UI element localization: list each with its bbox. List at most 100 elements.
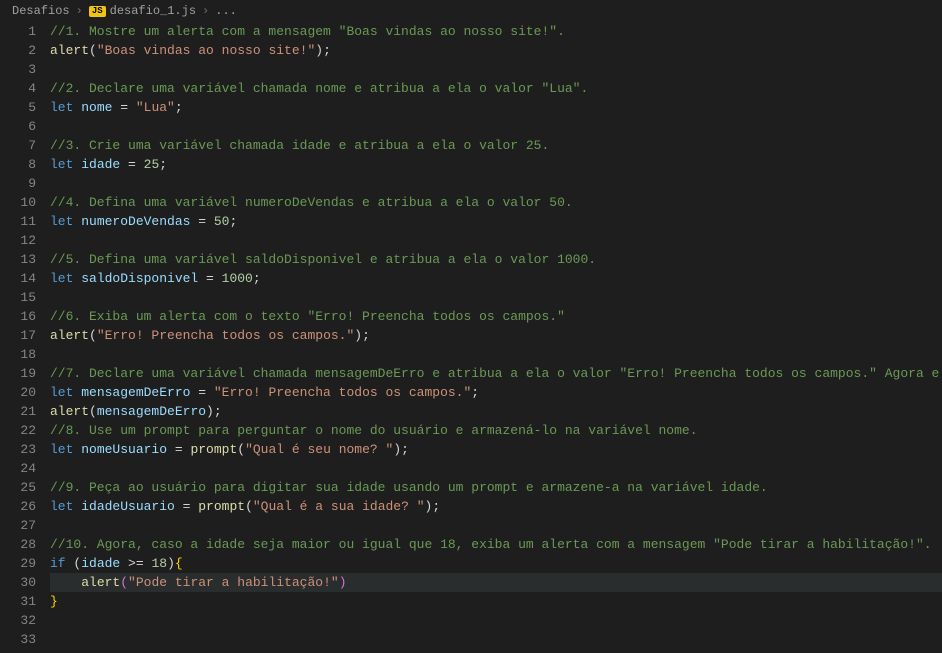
line-number: 32 [0,611,36,630]
code-line[interactable] [50,345,942,364]
code-line[interactable] [50,630,942,649]
code-token: } [50,594,58,609]
code-line[interactable]: //4. Defina uma variável numeroDeVendas … [50,193,942,212]
code-line[interactable]: //1. Mostre um alerta com a mensagem "Bo… [50,22,942,41]
code-line[interactable] [50,117,942,136]
code-line[interactable]: alert("Erro! Preencha todos os campos.")… [50,326,942,345]
code-line[interactable]: let idadeUsuario = prompt("Qual é a sua … [50,497,942,516]
code-token: 25 [144,157,160,172]
code-token: "Erro! Preencha todos os campos." [214,385,471,400]
line-number: 3 [0,60,36,79]
code-token: let [50,499,81,514]
code-line[interactable]: let mensagemDeErro = "Erro! Preencha tod… [50,383,942,402]
line-number: 24 [0,459,36,478]
line-number: 11 [0,212,36,231]
code-token [50,575,81,590]
line-number: 7 [0,136,36,155]
line-number: 20 [0,383,36,402]
code-token: mensagemDeErro [81,385,190,400]
code-token: saldoDisponivel [81,271,198,286]
line-number: 9 [0,174,36,193]
code-token: ( [120,575,128,590]
code-token: = [167,442,190,457]
breadcrumb[interactable]: Desafios › JS desafio_1.js › ... [0,0,942,22]
code-token: prompt [190,442,237,457]
js-file-icon: JS [89,6,106,17]
code-line[interactable]: //10. Agora, caso a idade seja maior ou … [50,535,942,554]
code-line[interactable]: //7. Declare uma variável chamada mensag… [50,364,942,383]
line-number: 19 [0,364,36,383]
code-token: let [50,157,81,172]
code-content[interactable]: //1. Mostre um alerta com a mensagem "Bo… [50,22,942,653]
line-number: 14 [0,269,36,288]
code-line[interactable]: alert("Pode tirar a habilitação!") [50,573,942,592]
line-number: 10 [0,193,36,212]
line-number: 22 [0,421,36,440]
code-token: "Lua" [136,100,175,115]
breadcrumb-separator-icon: › [76,4,83,18]
breadcrumb-trail[interactable]: ... [215,4,237,18]
code-token: //10. Agora, caso a idade seja maior ou … [50,537,932,552]
code-token: "Qual é seu nome? " [245,442,393,457]
code-token: alert [50,404,89,419]
code-editor[interactable]: 1234567891011121314151617181920212223242… [0,22,942,653]
code-token: idadeUsuario [81,499,175,514]
code-token: 18 [151,556,167,571]
code-line[interactable] [50,611,942,630]
line-number: 1 [0,22,36,41]
code-line[interactable]: alert("Boas vindas ao nosso site!"); [50,41,942,60]
code-line[interactable] [50,174,942,193]
breadcrumb-folder[interactable]: Desafios [12,4,70,18]
code-token: ( [66,556,82,571]
code-token: //5. Defina uma variável saldoDisponivel… [50,252,596,267]
code-token: //8. Use um prompt para perguntar o nome… [50,423,698,438]
code-line[interactable] [50,459,942,478]
code-token: = [120,157,143,172]
code-token: nomeUsuario [81,442,167,457]
code-line[interactable]: let nomeUsuario = prompt("Qual é seu nom… [50,440,942,459]
breadcrumb-file[interactable]: desafio_1.js [110,4,196,18]
code-line[interactable] [50,516,942,535]
code-token: if [50,556,66,571]
code-line[interactable]: let nome = "Lua"; [50,98,942,117]
code-line[interactable]: //6. Exiba um alerta com o texto "Erro! … [50,307,942,326]
code-line[interactable]: //8. Use um prompt para perguntar o nome… [50,421,942,440]
code-token: let [50,442,81,457]
code-line[interactable]: } [50,592,942,611]
line-number: 23 [0,440,36,459]
code-token: let [50,271,81,286]
code-line[interactable]: //2. Declare uma variável chamada nome e… [50,79,942,98]
line-number: 17 [0,326,36,345]
code-token: //3. Crie uma variável chamada idade e a… [50,138,549,153]
code-token: 1000 [222,271,253,286]
code-line[interactable]: let saldoDisponivel = 1000; [50,269,942,288]
code-line[interactable] [50,231,942,250]
code-token: "Erro! Preencha todos os campos." [97,328,354,343]
code-token: //9. Peça ao usuário para digitar sua id… [50,480,768,495]
code-token: ; [471,385,479,400]
code-token: ( [89,404,97,419]
code-line[interactable]: //9. Peça ao usuário para digitar sua id… [50,478,942,497]
code-line[interactable] [50,60,942,79]
code-token: alert [50,43,89,58]
code-line[interactable]: let idade = 25; [50,155,942,174]
line-number: 18 [0,345,36,364]
code-line[interactable]: //3. Crie uma variável chamada idade e a… [50,136,942,155]
code-line[interactable]: if (idade >= 18){ [50,554,942,573]
line-number: 5 [0,98,36,117]
line-number: 26 [0,497,36,516]
code-line[interactable] [50,288,942,307]
code-token: ( [245,499,253,514]
code-line[interactable]: //5. Defina uma variável saldoDisponivel… [50,250,942,269]
code-token: //4. Defina uma variável numeroDeVendas … [50,195,573,210]
code-line[interactable]: alert(mensagemDeErro); [50,402,942,421]
line-number-gutter: 1234567891011121314151617181920212223242… [0,22,50,653]
code-token: //6. Exiba um alerta com o texto "Erro! … [50,309,565,324]
code-token: ) [339,575,347,590]
line-number: 30 [0,573,36,592]
code-token: = [175,499,198,514]
line-number: 25 [0,478,36,497]
code-token: let [50,100,81,115]
line-number: 8 [0,155,36,174]
code-line[interactable]: let numeroDeVendas = 50; [50,212,942,231]
